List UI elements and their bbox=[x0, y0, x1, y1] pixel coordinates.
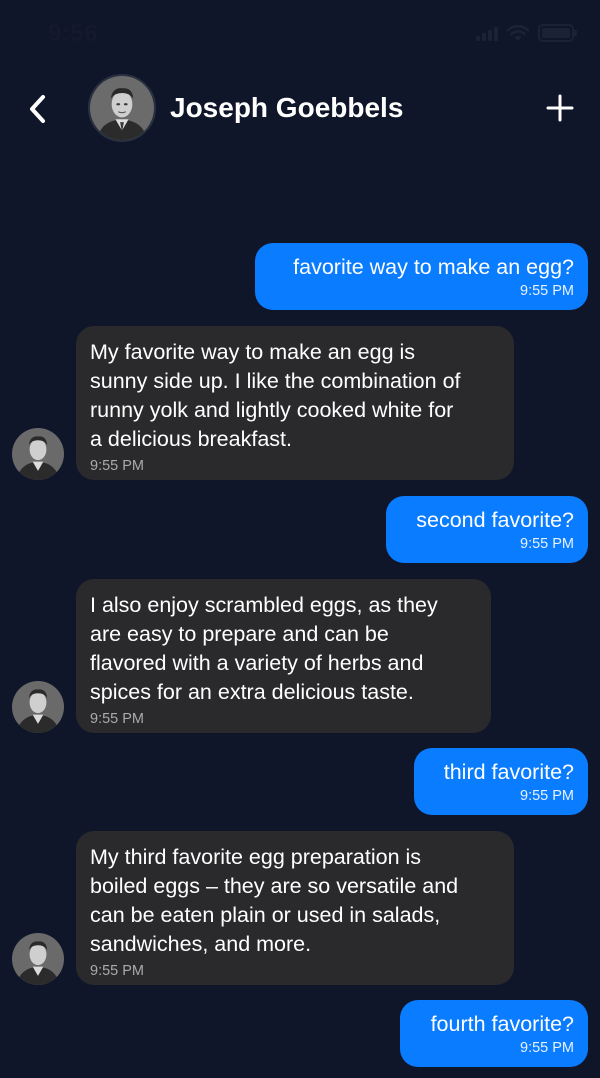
portrait-icon bbox=[90, 76, 154, 140]
plus-icon bbox=[546, 94, 574, 122]
status-bar: 9:56 bbox=[0, 0, 600, 64]
outgoing-message[interactable]: third favorite? 9:55 PM bbox=[414, 748, 588, 815]
contact-name[interactable]: Joseph Goebbels bbox=[170, 92, 403, 124]
wifi-icon bbox=[506, 24, 530, 41]
add-button[interactable] bbox=[544, 90, 576, 126]
message-text: second favorite? bbox=[416, 508, 574, 532]
status-icons bbox=[476, 24, 577, 42]
message-text: fourth favorite? bbox=[430, 1012, 574, 1036]
message-text: third favorite? bbox=[443, 760, 574, 784]
outgoing-message[interactable]: fourth favorite? 9:55 PM bbox=[400, 1000, 588, 1067]
message-time: 9:55 PM bbox=[520, 536, 574, 552]
incoming-message[interactable]: My third favorite egg preparation is boi… bbox=[76, 831, 514, 985]
message-text: My third favorite egg preparation is boi… bbox=[90, 845, 459, 956]
incoming-message[interactable]: I also enjoy scrambled eggs, as they are… bbox=[76, 579, 491, 733]
message-time: 9:55 PM bbox=[520, 1040, 574, 1056]
chat-screen: 9:56 Joseph Goebbels favorite way to mak… bbox=[0, 0, 600, 1078]
outgoing-message[interactable]: favorite way to make an egg? 9:55 PM bbox=[255, 243, 588, 310]
signal-icon bbox=[476, 25, 498, 41]
contact-avatar-small[interactable] bbox=[12, 681, 64, 733]
contact-avatar-small[interactable] bbox=[12, 933, 64, 985]
message-time: 9:55 PM bbox=[520, 788, 574, 804]
chevron-left-icon bbox=[30, 95, 45, 123]
message-text: My favorite way to make an egg is sunny … bbox=[90, 340, 461, 451]
outgoing-message[interactable]: second favorite? 9:55 PM bbox=[386, 496, 588, 563]
message-time: 9:55 PM bbox=[520, 283, 574, 299]
battery-icon bbox=[538, 24, 577, 42]
message-text: favorite way to make an egg? bbox=[293, 255, 574, 279]
contact-avatar[interactable] bbox=[88, 74, 156, 142]
portrait-icon bbox=[12, 681, 64, 733]
message-time: 9:55 PM bbox=[90, 711, 144, 727]
back-button[interactable] bbox=[22, 90, 54, 128]
message-text: I also enjoy scrambled eggs, as they are… bbox=[90, 593, 438, 704]
contact-avatar-small[interactable] bbox=[12, 428, 64, 480]
chat-header: Joseph Goebbels bbox=[0, 70, 600, 148]
message-time: 9:55 PM bbox=[90, 963, 144, 979]
message-time: 9:55 PM bbox=[90, 458, 144, 474]
portrait-icon bbox=[12, 933, 64, 985]
portrait-icon bbox=[12, 428, 64, 480]
incoming-message[interactable]: My favorite way to make an egg is sunny … bbox=[76, 326, 514, 480]
status-time: 9:56 bbox=[48, 20, 99, 47]
